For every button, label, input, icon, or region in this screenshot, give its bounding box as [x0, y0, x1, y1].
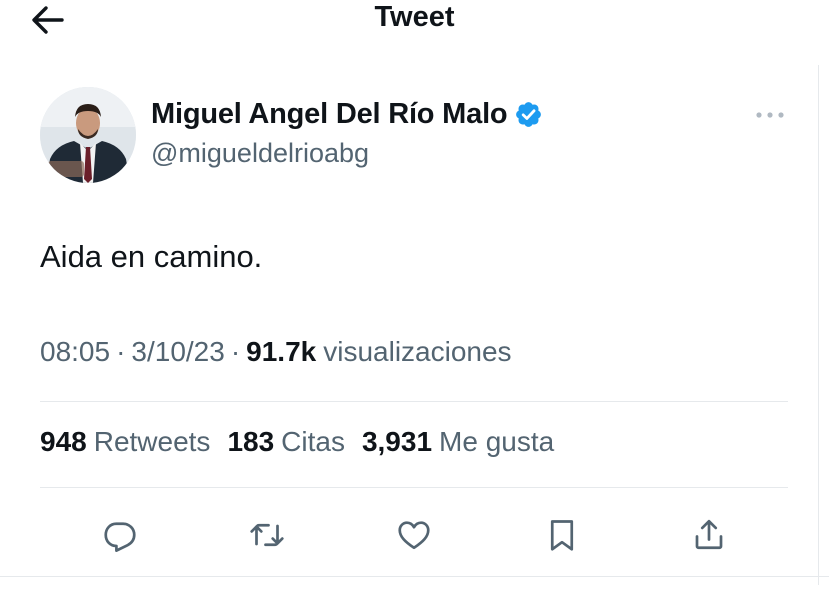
retweet-icon — [250, 523, 284, 547]
share-button[interactable] — [689, 515, 729, 555]
stat-label: Citas — [281, 426, 345, 457]
stat-count: 948 — [40, 426, 87, 457]
author-handle[interactable]: @migueldelrioabg — [151, 138, 369, 169]
author-name-row[interactable]: Miguel Angel Del Río Malo — [151, 96, 543, 132]
quotes-stat[interactable]: 183 Citas — [227, 426, 345, 458]
likes-stat[interactable]: 3,931 Me gusta — [362, 426, 554, 458]
author-name[interactable]: Miguel Angel Del Río Malo — [151, 98, 508, 131]
bookmark-icon — [550, 520, 574, 551]
stat-label: Retweets — [93, 426, 211, 457]
back-button[interactable] — [28, 2, 68, 38]
page-title: Tweet — [374, 1, 455, 33]
reply-icon — [104, 522, 136, 552]
views-label[interactable]: visualizaciones — [323, 336, 511, 368]
retweets-stat[interactable]: 948 Retweets — [40, 426, 210, 458]
meta-separator: · — [230, 336, 241, 367]
stat-count: 3,931 — [361, 426, 433, 457]
avatar-photo — [40, 87, 136, 183]
reply-button[interactable] — [100, 515, 140, 555]
tweet-meta: 08:05 · 3/10/23 · 91.7k visualizaciones — [40, 336, 512, 368]
more-options-button[interactable] — [752, 100, 788, 130]
tweet-text: Aida en camino. — [40, 239, 263, 274]
retweet-button[interactable] — [247, 515, 287, 555]
avatar[interactable] — [40, 87, 136, 183]
divider — [0, 576, 829, 577]
stat-label: Me gusta — [439, 426, 555, 457]
meta-separator: · — [116, 336, 126, 367]
divider — [40, 487, 788, 488]
arrow-left-icon — [32, 6, 64, 34]
verified-badge-icon[interactable] — [514, 100, 543, 129]
more-horizontal-icon — [756, 112, 784, 118]
tweet-date[interactable]: 3/10/23 — [131, 336, 224, 368]
tweet-action-bar — [0, 505, 829, 561]
bookmark-button[interactable] — [542, 515, 582, 555]
views-count[interactable]: 91.7k — [246, 336, 316, 368]
like-button[interactable] — [394, 515, 434, 555]
tweet-time[interactable]: 08:05 — [40, 336, 110, 368]
top-bar: Tweet — [0, 0, 829, 40]
stat-count: 183 — [227, 426, 275, 457]
divider — [40, 401, 788, 402]
tweet-stats: 948 Retweets 183 Citas 3,931 Me gusta — [40, 426, 571, 458]
like-icon — [398, 521, 430, 550]
share-icon — [695, 519, 723, 550]
